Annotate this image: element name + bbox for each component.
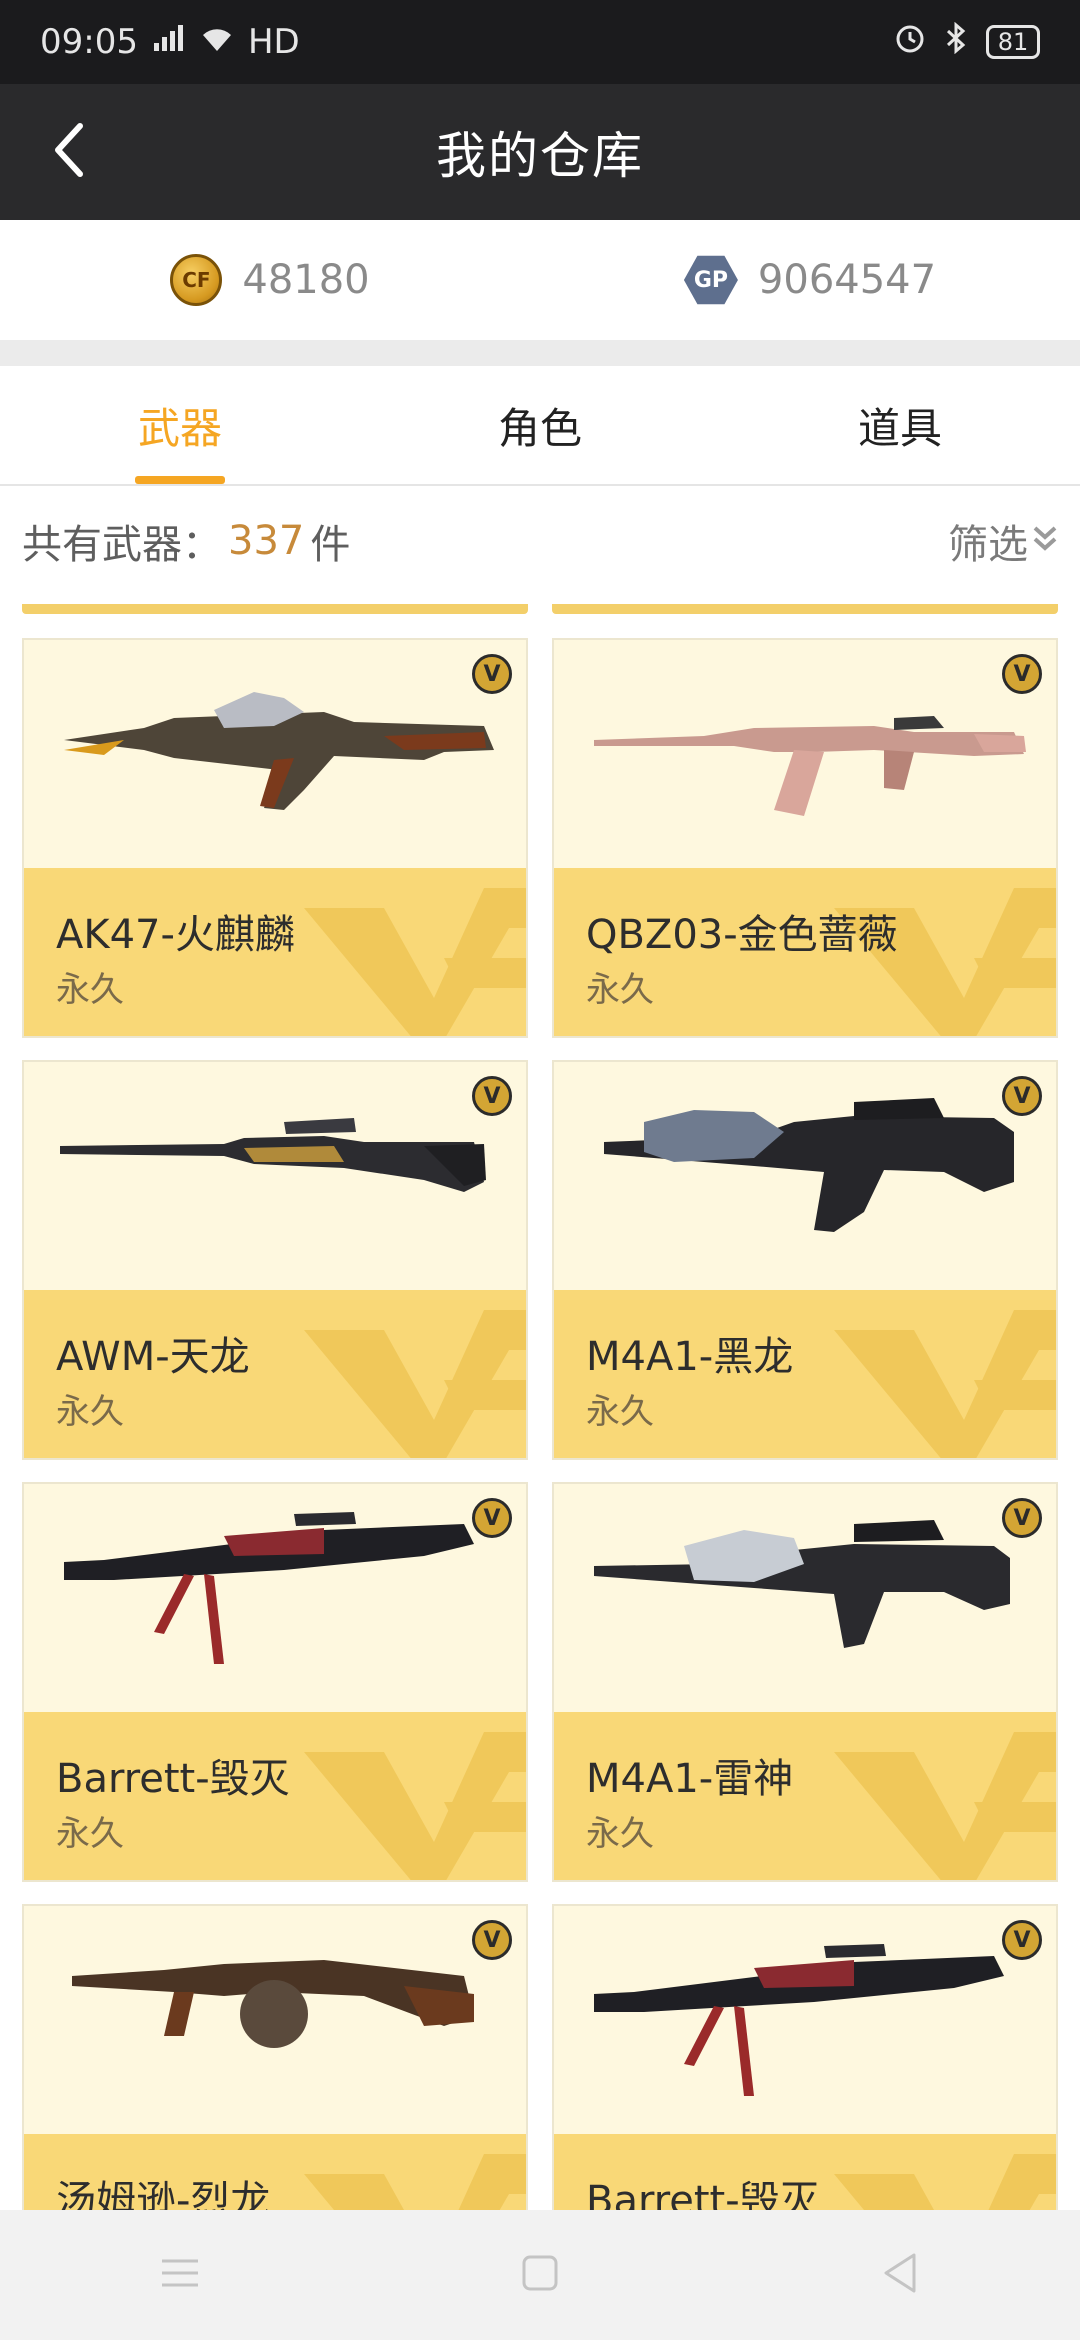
nav-back-button[interactable] xyxy=(870,2245,930,2305)
vip-badge-icon: V xyxy=(472,654,512,694)
weapon-image: V xyxy=(24,1484,526,1712)
menu-icon xyxy=(158,2253,202,2297)
filter-button[interactable]: 筛选 xyxy=(948,512,1058,570)
network-label: HD xyxy=(247,22,300,62)
system-nav-bar xyxy=(0,2210,1080,2340)
weapon-name: AK47-火麒麟 xyxy=(56,912,295,958)
weapon-duration: 永久 xyxy=(586,1392,654,1432)
weapon-duration: 永久 xyxy=(56,1392,124,1432)
summary-unit: 件 xyxy=(310,522,351,568)
sniper-gold-icon xyxy=(60,1118,486,1192)
vip-badge-icon: V xyxy=(472,1920,512,1960)
card-footer: M4A1-雷神 永久 xyxy=(554,1712,1056,1880)
cf-coin-icon: CF xyxy=(170,254,223,306)
weapon-card[interactable]: V QBZ03-金色蔷薇 永久 xyxy=(552,638,1058,1038)
back-button[interactable] xyxy=(30,112,110,192)
weapon-name: QBZ03-金色蔷薇 xyxy=(586,912,898,958)
weapon-duration: 永久 xyxy=(586,970,654,1010)
rifle-gold-icon xyxy=(64,692,494,810)
section-divider xyxy=(0,340,1080,366)
vip-badge-icon: V xyxy=(1002,1498,1042,1538)
weapon-card[interactable]: V M4A1-黑龙 永久 xyxy=(552,1060,1058,1460)
weapon-image: V xyxy=(24,640,526,868)
wifi-icon xyxy=(200,22,234,62)
tab-weapons[interactable]: 武器 xyxy=(0,366,360,484)
vip-badge-icon: V xyxy=(1002,654,1042,694)
weapon-image: V xyxy=(554,640,1056,868)
weapon-image: V xyxy=(24,1062,526,1290)
bluetooth-icon xyxy=(944,21,968,63)
currency-row: CF 48180 GP 9064547 xyxy=(0,220,1080,340)
weapon-image: V xyxy=(24,1906,526,2134)
signal-icon xyxy=(152,22,186,62)
vip-badge-icon: V xyxy=(472,1498,512,1538)
vip-badge-icon: V xyxy=(1002,1920,1042,1960)
weapon-card[interactable]: V AK47-火麒麟 永久 xyxy=(22,638,528,1038)
cf-points-value: 48180 xyxy=(242,257,370,303)
weapon-card[interactable]: V Barrett-毁灭 永久 xyxy=(22,1482,528,1882)
weapon-card[interactable]: V AWM-天龙 永久 xyxy=(22,1060,528,1460)
weapon-duration: 永久 xyxy=(56,970,124,1010)
card-footer: AK47-火麒麟 永久 xyxy=(24,868,526,1036)
cf-logo-watermark-icon xyxy=(834,1732,1056,1880)
app-bar: 我的仓库 xyxy=(0,84,1080,220)
cf-logo-watermark-icon xyxy=(304,1732,526,1880)
battery-level: 81 xyxy=(997,28,1029,56)
tab-items[interactable]: 道具 xyxy=(720,366,1080,484)
vip-badge-icon: V xyxy=(1002,1076,1042,1116)
status-time: 09:05 xyxy=(40,22,138,62)
weapon-name: Barrett-毁灭 xyxy=(56,1756,290,1802)
rifle-pink-icon xyxy=(594,716,1026,816)
cf-points: CF 48180 xyxy=(0,220,540,340)
card-footer: Barrett-毁灭 永久 xyxy=(24,1712,526,1880)
status-bar: 09:05 HD 81 xyxy=(0,0,1080,84)
summary-row: 共有武器： 337 件 筛选 xyxy=(0,486,1080,596)
home-button[interactable] xyxy=(510,2245,570,2305)
menu-button[interactable] xyxy=(150,2245,210,2305)
rifle-dragon-icon xyxy=(604,1098,1014,1232)
previous-card-edge xyxy=(22,604,528,614)
weapon-image: V xyxy=(554,1062,1056,1290)
page-title: 我的仓库 xyxy=(436,127,644,185)
chevron-double-down-icon xyxy=(1032,518,1058,564)
weapon-name: M4A1-雷神 xyxy=(586,1756,794,1802)
sniper-red-icon xyxy=(64,1512,474,1664)
weapon-image: V xyxy=(554,1906,1056,2134)
gp-points-value: 9064547 xyxy=(757,257,937,303)
weapon-name: AWM-天龙 xyxy=(56,1334,250,1380)
filter-label: 筛选 xyxy=(948,522,1028,568)
category-tabs: 武器 角色 道具 xyxy=(0,366,1080,486)
rifle-silver-icon xyxy=(594,1520,1010,1648)
weapon-card[interactable]: V M4A1-雷神 永久 xyxy=(552,1482,1058,1882)
card-footer: M4A1-黑龙 永久 xyxy=(554,1290,1056,1458)
cf-logo-watermark-icon xyxy=(834,1310,1056,1458)
sniper-red-icon xyxy=(594,1944,1004,2096)
tab-items-label: 道具 xyxy=(857,403,942,453)
tab-characters-label: 角色 xyxy=(497,403,582,453)
home-square-icon xyxy=(520,2253,560,2297)
tab-characters[interactable]: 角色 xyxy=(360,366,720,484)
gp-coin-icon: GP xyxy=(683,255,738,305)
weapon-duration: 永久 xyxy=(56,1814,124,1854)
cf-logo-watermark-icon xyxy=(304,1310,526,1458)
weapon-name: M4A1-黑龙 xyxy=(586,1334,794,1380)
tab-weapons-label: 武器 xyxy=(137,403,222,453)
weapon-count: 337 xyxy=(228,518,305,564)
card-footer: AWM-天龙 永久 xyxy=(24,1290,526,1458)
weapon-duration: 永久 xyxy=(586,1814,654,1854)
summary-prefix: 共有武器： xyxy=(22,522,222,568)
battery-icon: 81 xyxy=(986,25,1040,59)
back-arrow-icon xyxy=(50,120,90,184)
alarm-icon xyxy=(894,22,926,63)
back-triangle-icon xyxy=(880,2251,920,2299)
gp-points: GP 9064547 xyxy=(540,220,1080,340)
previous-card-edge xyxy=(552,604,1058,614)
smg-dragon-icon xyxy=(72,1960,474,2048)
vip-badge-icon: V xyxy=(472,1076,512,1116)
cf-logo-watermark-icon xyxy=(304,888,526,1036)
card-footer: QBZ03-金色蔷薇 永久 xyxy=(554,868,1056,1036)
tab-active-indicator xyxy=(135,476,225,484)
weapon-image: V xyxy=(554,1484,1056,1712)
